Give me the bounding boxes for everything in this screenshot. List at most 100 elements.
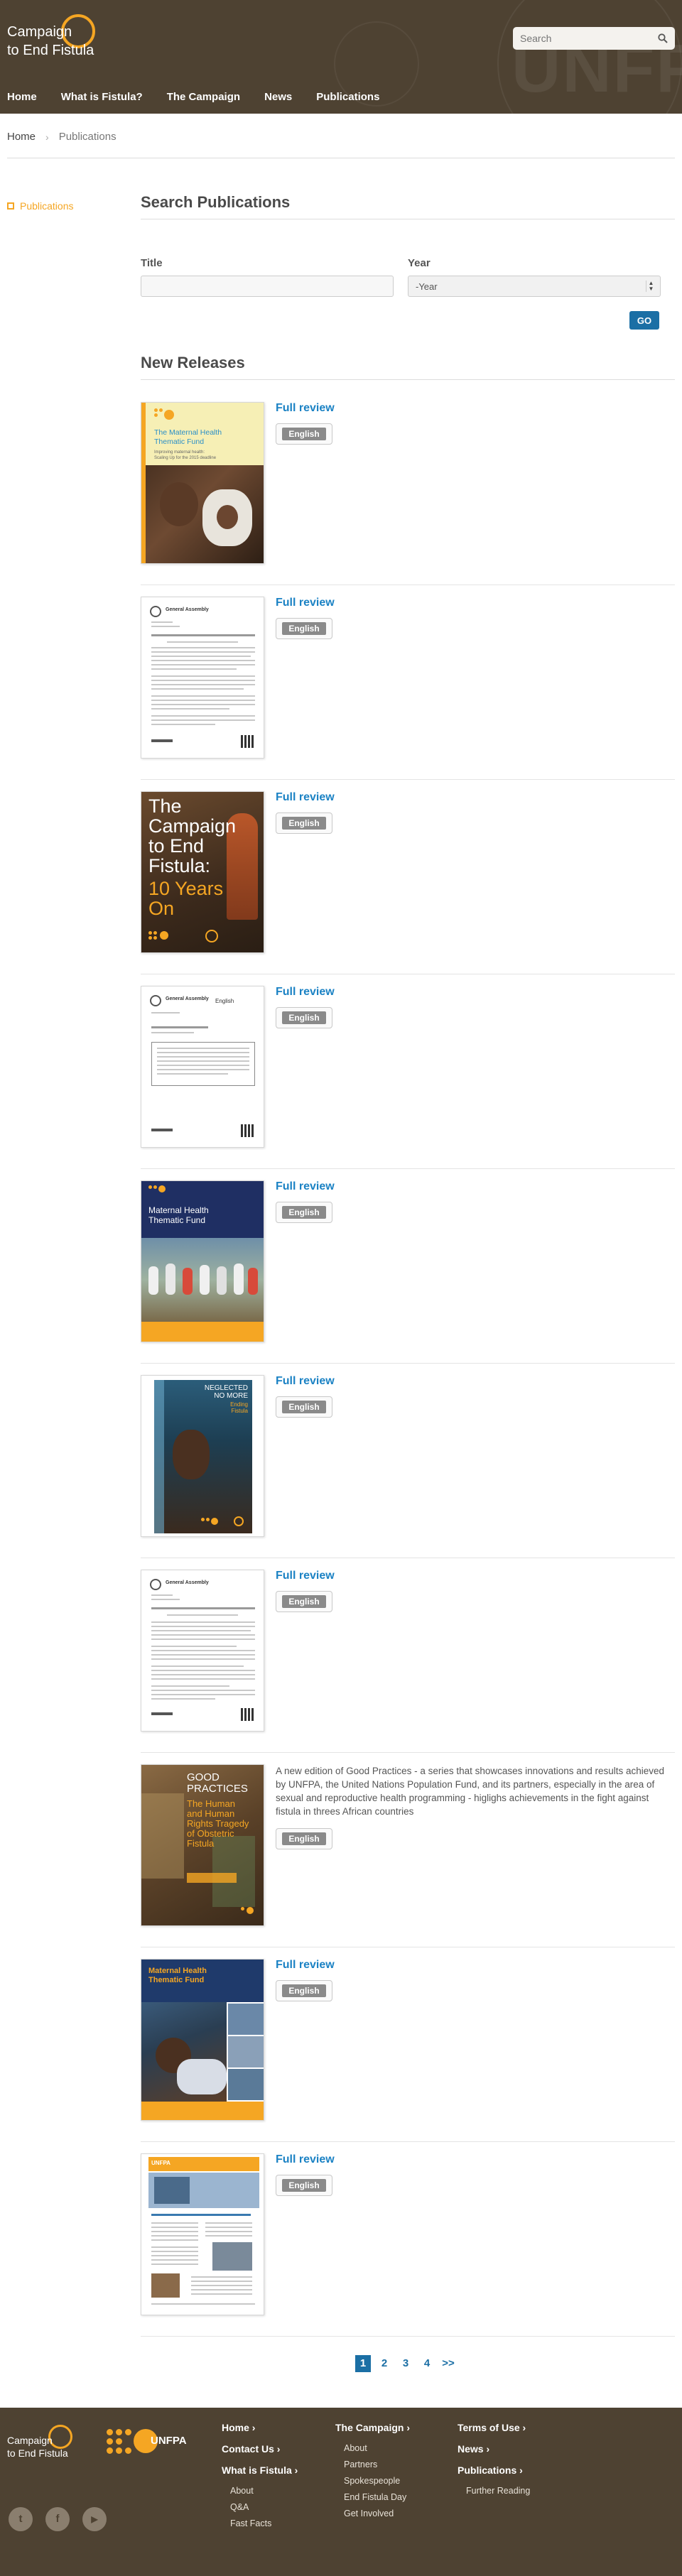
release-item: The Maternal Health Thematic Fund Improv… xyxy=(141,402,675,585)
footer-link-get-involved[interactable]: Get Involved xyxy=(335,2509,410,2518)
search-publications-heading: Search Publications xyxy=(141,193,675,219)
publication-cover[interactable]: NEGLECTED NO MORE Ending Fistula xyxy=(141,1375,264,1537)
english-label: English xyxy=(282,1832,326,1845)
cover-title: GOOD PRACTICES xyxy=(187,1771,248,1795)
release-item: General Assembly Full review English xyxy=(141,597,675,780)
divider xyxy=(141,1168,675,1169)
full-review-link[interactable]: Full review xyxy=(276,1375,335,1388)
publication-cover[interactable]: General Assembly English xyxy=(141,986,264,1148)
footer-link-what-is-fistula[interactable]: What is Fistula › xyxy=(222,2464,298,2476)
english-label: English xyxy=(282,817,326,830)
pagination: 1 2 3 4 >> xyxy=(355,2355,456,2372)
search-icon[interactable] xyxy=(658,33,668,43)
search-input[interactable] xyxy=(520,30,648,47)
title-label: Title xyxy=(141,257,163,269)
full-review-link[interactable]: Full review xyxy=(276,2153,335,2166)
footer-link-terms-of-use[interactable]: Terms of Use › xyxy=(458,2422,530,2433)
english-button[interactable]: English xyxy=(276,813,332,834)
nav-home[interactable]: Home xyxy=(0,81,44,114)
full-review-link[interactable]: Full review xyxy=(276,1570,335,1582)
nav-the-campaign[interactable]: The Campaign xyxy=(160,81,247,114)
year-select-value: -Year xyxy=(416,281,438,292)
logo-text-line1: Campaign xyxy=(7,24,72,40)
full-review-link[interactable]: Full review xyxy=(276,597,335,609)
english-button[interactable]: English xyxy=(276,1980,332,2001)
publication-cover[interactable]: GOOD PRACTICES The Human and Human Right… xyxy=(141,1764,264,1926)
qr-code-icon xyxy=(241,1708,254,1721)
cover-title: The Maternal Health Thematic Fund xyxy=(154,428,222,446)
publication-cover[interactable]: Maternal Health Thematic Fund xyxy=(141,1180,264,1342)
page-3[interactable]: 3 xyxy=(398,2355,413,2372)
page-4[interactable]: 4 xyxy=(419,2355,435,2372)
facebook-icon[interactable]: f xyxy=(45,2507,70,2531)
full-review-link[interactable]: Full review xyxy=(276,402,335,415)
footer-link-news[interactable]: News › xyxy=(458,2443,530,2455)
english-button[interactable]: English xyxy=(276,2175,332,2196)
nav-what-is-fistula[interactable]: What is Fistula? xyxy=(54,81,150,114)
release-item: UNFPA Full review English xyxy=(141,2153,675,2337)
unfpa-logo[interactable]: UNFPA xyxy=(107,2423,187,2459)
footer-link-campaign-about[interactable]: About xyxy=(335,2443,410,2453)
twitter-icon[interactable]: t xyxy=(9,2507,33,2531)
footer-link-end-fistula-day[interactable]: End Fistula Day xyxy=(335,2492,410,2502)
page-2[interactable]: 2 xyxy=(377,2355,392,2372)
cover-title: UNFPA xyxy=(151,2160,170,2166)
nav-publications[interactable]: Publications xyxy=(309,81,386,114)
english-button[interactable]: English xyxy=(276,1591,332,1612)
sidebar-item-publications[interactable]: Publications xyxy=(7,200,74,212)
footer-link-qa[interactable]: Q&A xyxy=(222,2502,298,2512)
page-1[interactable]: 1 xyxy=(355,2355,371,2372)
publication-cover[interactable]: Maternal Health Thematic Fund xyxy=(141,1959,264,2121)
divider xyxy=(141,2141,675,2142)
full-review-link[interactable]: Full review xyxy=(276,1180,335,1193)
youtube-icon[interactable]: ▶ xyxy=(82,2507,107,2531)
publication-cover[interactable]: The Campaign to End Fistula: 10 Years On xyxy=(141,791,264,953)
footer-link-fast-facts[interactable]: Fast Facts xyxy=(222,2518,298,2528)
publication-cover[interactable]: UNFPA xyxy=(141,2153,264,2315)
footer-link-contact-us[interactable]: Contact Us › xyxy=(222,2443,298,2455)
footer-link-spokespeople[interactable]: Spokespeople xyxy=(335,2476,410,2486)
publication-cover[interactable]: General Assembly xyxy=(141,1570,264,1732)
english-button[interactable]: English xyxy=(276,1202,332,1223)
logo-text-line2: to End Fistula xyxy=(7,43,94,58)
footer-campaign-logo[interactable]: Campaign to End Fistula xyxy=(7,2425,99,2464)
english-button[interactable]: English xyxy=(276,1396,332,1418)
footer-link-the-campaign[interactable]: The Campaign › xyxy=(335,2422,410,2433)
site-header: UNFPA Campaign to End Fistula Home What … xyxy=(0,0,682,114)
full-review-link[interactable]: Full review xyxy=(276,986,335,999)
nav-news[interactable]: News xyxy=(257,81,299,114)
un-emblem-icon xyxy=(150,995,161,1006)
english-button[interactable]: English xyxy=(276,618,332,639)
site-footer: Campaign to End Fistula UNFPA t f ▶ Home… xyxy=(0,2408,682,2576)
release-item: General Assembly Full review English xyxy=(141,1570,675,1753)
main-content: Search Publications Title Year -Year ▲ ▼ … xyxy=(141,193,675,2337)
cover-subtitle: Ending Fistula xyxy=(230,1401,248,1414)
publication-cover[interactable]: The Maternal Health Thematic Fund Improv… xyxy=(141,402,264,564)
new-releases-heading: New Releases xyxy=(141,354,675,380)
cover-photo xyxy=(141,1238,264,1322)
breadcrumb-home[interactable]: Home xyxy=(7,131,36,143)
english-button[interactable]: English xyxy=(276,1007,332,1028)
publication-cover[interactable]: General Assembly xyxy=(141,597,264,759)
footer-link-partners[interactable]: Partners xyxy=(335,2460,410,2469)
full-review-link[interactable]: Full review xyxy=(276,791,335,804)
next-page-button[interactable]: >> xyxy=(440,2355,456,2372)
footer-link-further-reading[interactable]: Further Reading xyxy=(458,2486,530,2496)
campaign-logo[interactable]: Campaign to End Fistula xyxy=(7,14,128,64)
un-emblem-icon xyxy=(150,606,161,617)
title-input[interactable] xyxy=(141,276,394,297)
footer-link-publications[interactable]: Publications › xyxy=(458,2464,530,2476)
english-button[interactable]: English xyxy=(276,1828,332,1849)
year-select[interactable]: -Year ▲ ▼ xyxy=(408,276,661,297)
footer-link-about[interactable]: About xyxy=(222,2486,298,2496)
footer-link-home[interactable]: Home › xyxy=(222,2422,298,2433)
select-arrows-icon: ▲ ▼ xyxy=(646,281,656,292)
cover-title: NEGLECTED NO MORE xyxy=(204,1384,248,1400)
cover-title: Maternal Health Thematic Fund xyxy=(148,1967,207,1984)
release-item: Maternal Health Thematic Fund Full revie… xyxy=(141,1959,675,2142)
release-item: General Assembly English Full review Eng… xyxy=(141,986,675,1169)
full-review-link[interactable]: Full review xyxy=(276,1959,335,1972)
cover-header: General Assembly xyxy=(166,607,209,612)
go-button[interactable]: GO xyxy=(629,311,659,330)
english-button[interactable]: English xyxy=(276,423,332,445)
